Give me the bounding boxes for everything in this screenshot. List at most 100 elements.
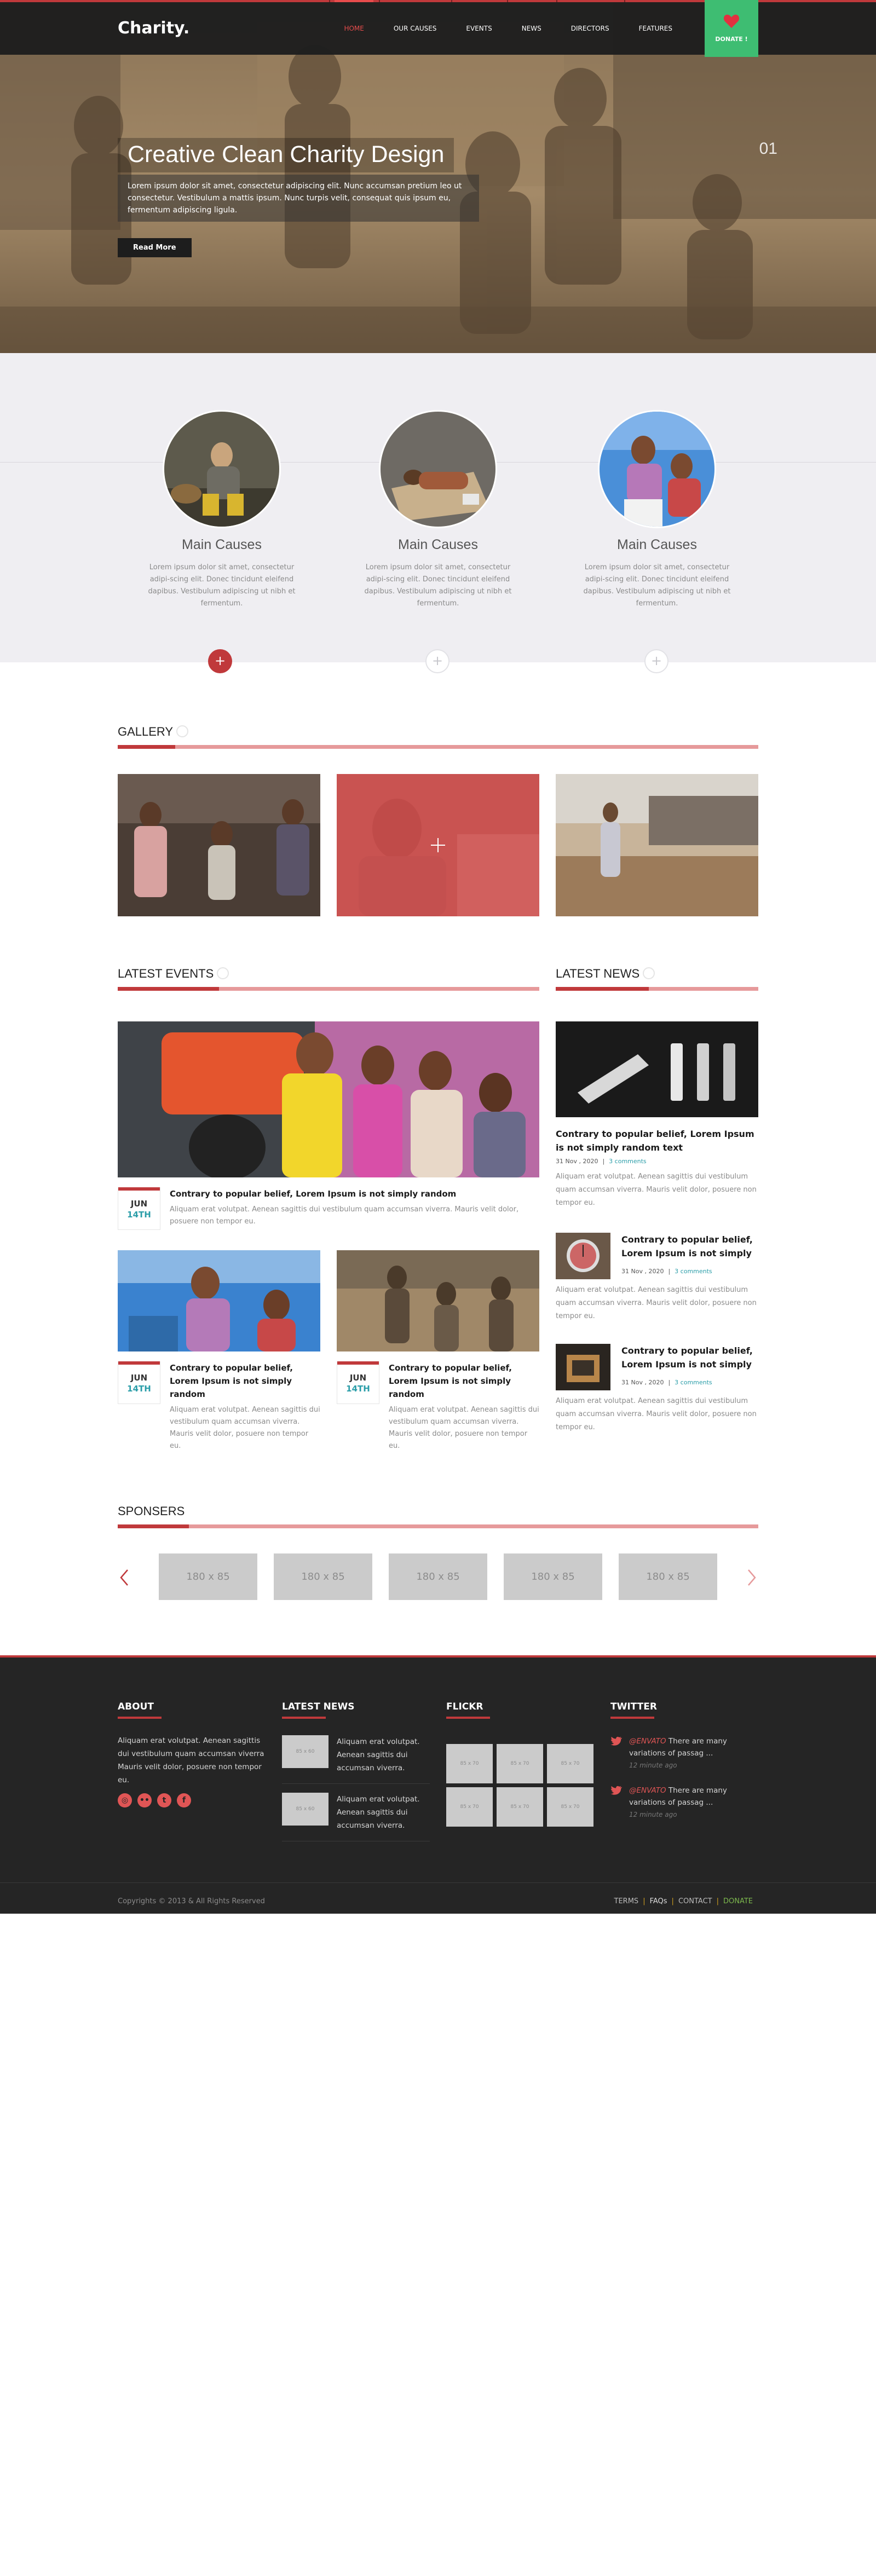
- news-thumb[interactable]: [556, 1344, 610, 1390]
- footer-link-contact[interactable]: CONTACT: [678, 1897, 712, 1905]
- footer-news-item[interactable]: 85 x 60 Aliquam erat volutpat. Aenean sa…: [282, 1726, 430, 1784]
- cause-card: Main Causes Lorem ipsum dolor sit amet, …: [140, 410, 304, 610]
- event-image[interactable]: [337, 1250, 539, 1351]
- footer-link-faqs[interactable]: FAQs: [650, 1897, 667, 1905]
- event-card: JUN 14TH Contrary to popular belief, Lor…: [118, 1250, 320, 1450]
- nav-events[interactable]: EVENTS: [451, 0, 506, 55]
- sponsor-logo[interactable]: 180 x 85: [504, 1553, 602, 1600]
- flickr-grid: 85 x 70 85 x 70 85 x 70 85 x 70 85 x 70 …: [446, 1744, 594, 1827]
- twitter-icon[interactable]: t: [157, 1793, 171, 1807]
- news-meta: 31 Nov , 2020 | 3 comments: [556, 1158, 647, 1165]
- news-item: Contrary to popular belief, Lorem Ipsum …: [556, 1344, 758, 1434]
- footer-twitter-heading: TWITTER: [610, 1701, 758, 1719]
- plus-icon: [431, 838, 445, 852]
- events-section: LATEST EVENTS JUN 14TH Contrary to popul…: [118, 967, 539, 1450]
- tweet-user[interactable]: @ENVATO: [629, 1786, 666, 1795]
- causes-section: Main Causes Lorem ipsum dolor sit amet, …: [0, 353, 876, 662]
- dribbble-icon[interactable]: ◎: [118, 1793, 132, 1807]
- event-main-body: JUN 14TH Contrary to popular belief, Lor…: [118, 1187, 539, 1247]
- news-title[interactable]: Contrary to popular belief, Lorem Ipsum …: [621, 1344, 758, 1371]
- section-heading: LATEST EVENTS: [118, 967, 539, 994]
- cause-image[interactable]: [163, 410, 281, 528]
- sponsor-logo[interactable]: 180 x 85: [274, 1553, 372, 1600]
- hero-caption: Creative Clean Charity Design Lorem ipsu…: [118, 138, 490, 257]
- gallery-item[interactable]: [556, 774, 758, 916]
- gallery-item[interactable]: [337, 774, 539, 916]
- hero-title: Creative Clean Charity Design: [118, 138, 454, 172]
- news-title[interactable]: Contrary to popular belief, Lorem Ipsum …: [556, 1127, 758, 1154]
- footer-link-terms[interactable]: TERMS: [614, 1897, 639, 1905]
- nav-news[interactable]: NEWS: [506, 0, 556, 55]
- flickr-thumb[interactable]: 85 x 70: [446, 1787, 493, 1827]
- gallery-grid: [118, 774, 758, 916]
- main-nav: HOME OUR CAUSES EVENTS NEWS DIRECTORS FE…: [329, 0, 687, 55]
- chevron-right-icon[interactable]: [745, 1568, 758, 1587]
- nav-our-causes[interactable]: OUR CAUSES: [378, 0, 452, 55]
- cause-plus-button[interactable]: +: [425, 649, 449, 673]
- event-text: Aliquam erat volutpat. Aenean sagittis d…: [170, 1205, 519, 1226]
- sponsor-logo[interactable]: 180 x 85: [619, 1553, 717, 1600]
- news-item: Contrary to popular belief, Lorem Ipsum …: [556, 1233, 758, 1323]
- chevron-left-icon[interactable]: [118, 1568, 131, 1587]
- facebook-icon[interactable]: f: [177, 1793, 191, 1807]
- flickr-thumb[interactable]: 85 x 70: [547, 1744, 593, 1783]
- news-comments-link[interactable]: 3 comments: [609, 1158, 647, 1165]
- flickr-thumb[interactable]: 85 x 70: [547, 1787, 593, 1827]
- event-title[interactable]: Contrary to popular belief, Lorem Ipsum …: [170, 1361, 320, 1401]
- footer-about: ABOUT Aliquam erat volutpat. Aenean sagi…: [118, 1701, 266, 1807]
- cause-card: Main Causes Lorem ipsum dolor sit amet, …: [575, 410, 739, 610]
- cause-image[interactable]: [379, 410, 497, 528]
- site-footer: ABOUT Aliquam erat volutpat. Aenean sagi…: [0, 1655, 876, 1914]
- read-more-button[interactable]: Read More: [118, 238, 192, 257]
- event-day: 14TH: [127, 1210, 151, 1220]
- slide-counter: 01: [759, 140, 777, 158]
- heading-circle-icon: [217, 967, 229, 980]
- news-heading: LATEST NEWS: [556, 967, 640, 980]
- footer-news-heading: LATEST NEWS: [282, 1701, 430, 1719]
- cause-plus-button[interactable]: +: [644, 649, 668, 673]
- news-image[interactable]: [556, 1021, 758, 1117]
- nav-features[interactable]: FEATURES: [624, 0, 687, 55]
- footer-news-item[interactable]: 85 x 60 Aliquam erat volutpat. Aenean sa…: [282, 1784, 430, 1841]
- sponsors-carousel: 180 x 85 180 x 85 180 x 85 180 x 85 180 …: [118, 1553, 758, 1603]
- news-comments-link[interactable]: 3 comments: [675, 1379, 712, 1386]
- heading-underline: [556, 987, 758, 991]
- cause-plus-button[interactable]: +: [208, 649, 232, 673]
- site-logo[interactable]: Charity.: [118, 19, 189, 38]
- news-date: 31 Nov , 2020: [556, 1158, 598, 1165]
- heading-underline: [118, 1524, 758, 1528]
- flickr-thumb[interactable]: 85 x 70: [497, 1787, 543, 1827]
- event-image[interactable]: [118, 1250, 320, 1351]
- event-title[interactable]: Contrary to popular belief, Lorem Ipsum …: [170, 1187, 539, 1200]
- events-heading: LATEST EVENTS: [118, 967, 214, 980]
- section-heading: LATEST NEWS: [556, 967, 758, 994]
- tweet-user[interactable]: @ENVATO: [629, 1737, 666, 1746]
- cause-image[interactable]: [598, 410, 716, 528]
- footer-link-donate[interactable]: DONATE: [723, 1897, 753, 1905]
- event-month: JUN: [130, 1373, 148, 1383]
- nav-directors[interactable]: DIRECTORS: [556, 0, 624, 55]
- cause-title: Main Causes: [398, 537, 478, 552]
- news-text: Aliquam erat volutpat. Aenean sagittis d…: [556, 1173, 757, 1207]
- news-title[interactable]: Contrary to popular belief, Lorem Ipsum …: [621, 1233, 758, 1260]
- event-title[interactable]: Contrary to popular belief, Lorem Ipsum …: [389, 1361, 539, 1401]
- gallery-item[interactable]: [118, 774, 320, 916]
- donate-button[interactable]: DONATE !: [705, 0, 758, 57]
- donate-label: DONATE !: [715, 36, 748, 43]
- news-section: LATEST NEWS Contrary to popular belief, …: [556, 967, 758, 1434]
- flickr-thumb[interactable]: 85 x 70: [446, 1744, 493, 1783]
- sponsor-logo[interactable]: 180 x 85: [389, 1553, 487, 1600]
- flickr-icon[interactable]: ••: [137, 1793, 152, 1807]
- cause-text: Lorem ipsum dolor sit amet, consectetur …: [148, 563, 296, 608]
- flickr-thumb[interactable]: 85 x 70: [497, 1744, 543, 1783]
- news-thumb[interactable]: [556, 1233, 610, 1279]
- news-meta: 31 Nov , 2020 | 3 comments: [621, 1268, 712, 1275]
- news-comments-link[interactable]: 3 comments: [675, 1268, 712, 1275]
- footer-news-thumb: 85 x 60: [282, 1735, 328, 1768]
- site-header: Charity. HOME OUR CAUSES EVENTS NEWS DIR…: [0, 0, 876, 57]
- sponsor-logo[interactable]: 180 x 85: [159, 1553, 257, 1600]
- footer-latest-news: LATEST NEWS 85 x 60 Aliquam erat volutpa…: [282, 1701, 430, 1841]
- event-main-image[interactable]: [118, 1021, 539, 1177]
- nav-home[interactable]: HOME: [329, 0, 378, 55]
- footer-about-heading: ABOUT: [118, 1701, 266, 1719]
